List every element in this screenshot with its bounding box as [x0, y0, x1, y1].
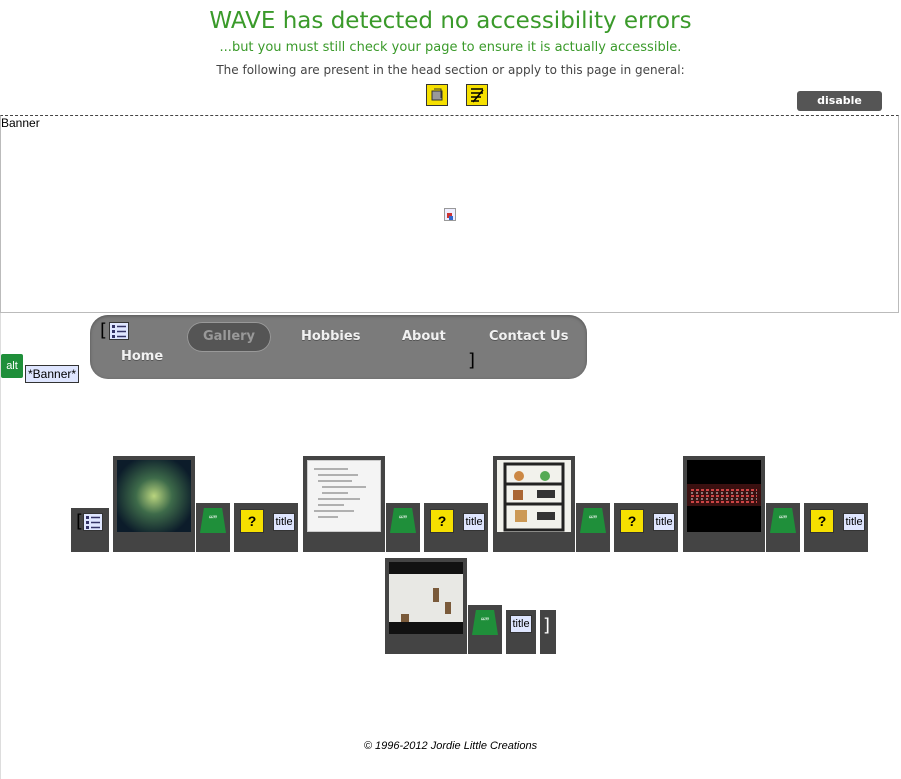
title-attribute-icon[interactable]: title — [273, 513, 295, 531]
nav-list-open-bracket: [ — [100, 320, 108, 341]
wave-summary-title: WAVE has detected no accessibility error… — [209, 8, 692, 34]
help-link-icon[interactable]: ? — [430, 509, 454, 533]
list-icon[interactable] — [109, 322, 129, 340]
broken-image-icon — [444, 208, 456, 221]
quote-icon[interactable]: “” — [580, 508, 606, 533]
title-attribute-icon[interactable]: title — [510, 615, 532, 633]
wave-head-note: The following are present in the head se… — [216, 63, 685, 77]
main-navigation — [90, 315, 587, 379]
language-icon[interactable] — [426, 84, 448, 106]
help-link-icon[interactable]: ? — [810, 509, 834, 533]
gallery-thumbnail[interactable] — [497, 460, 571, 532]
nav-gallery[interactable]: Gallery — [187, 322, 271, 352]
quote-icon[interactable]: “” — [200, 508, 226, 533]
nav-contact-us[interactable]: Contact Us — [489, 329, 568, 344]
help-link-icon[interactable]: ? — [240, 509, 264, 533]
title-attribute-icon[interactable]: title — [653, 513, 675, 531]
nav-hobbies[interactable]: Hobbies — [301, 329, 360, 344]
list-icon[interactable] — [83, 513, 103, 531]
nav-about[interactable]: About — [402, 329, 446, 344]
gallery-thumbnail[interactable] — [117, 460, 191, 532]
gallery-thumbnail[interactable] — [687, 460, 761, 532]
gallery-thumbnail[interactable] — [389, 562, 463, 634]
left-divider — [0, 313, 1, 779]
quote-icon[interactable]: “” — [472, 610, 498, 635]
help-link-icon[interactable]: ? — [620, 509, 644, 533]
quote-icon[interactable]: “” — [390, 508, 416, 533]
quote-icon[interactable]: “” — [770, 508, 796, 533]
wave-summary-subtitle: ...but you must still check your page to… — [219, 40, 682, 55]
title-attribute-icon[interactable]: title — [463, 513, 485, 531]
disable-styles-button[interactable]: disable styles — [797, 91, 882, 127]
banner-label: Banner — [1, 116, 40, 130]
gallery-list-open-bracket: [ — [76, 511, 84, 532]
banner-alt-text: *Banner* — [25, 365, 80, 383]
alt-text-icon[interactable]: alt — [1, 354, 23, 378]
gallery-list-close-bracket: ] — [543, 615, 551, 636]
nav-list-close-bracket: ] — [468, 350, 476, 371]
gallery-thumbnail[interactable] — [307, 460, 381, 532]
copyright-footer: © 1996-2012 Jordie Little Creations — [363, 740, 538, 752]
title-attribute-icon[interactable]: title — [843, 513, 865, 531]
nav-home[interactable]: Home — [121, 349, 163, 364]
page-title-icon[interactable] — [466, 84, 488, 106]
